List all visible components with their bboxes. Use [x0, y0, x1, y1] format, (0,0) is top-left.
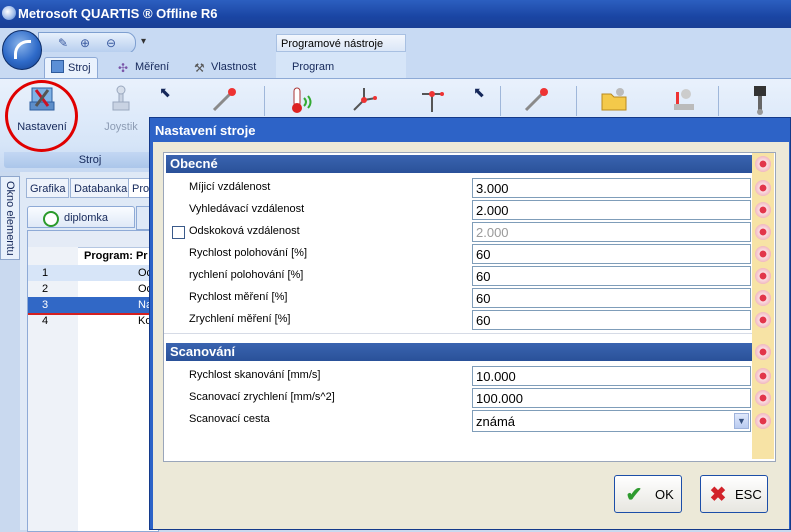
check-icon: ✔ — [625, 484, 643, 506]
label-scan-path: Scanovací cesta — [189, 413, 270, 425]
select-scan-path[interactable]: známá ▼ — [472, 410, 751, 432]
tab-grafika[interactable]: Grafika — [26, 178, 70, 198]
pin-icon[interactable] — [755, 246, 771, 262]
label-positioning-speed: Rychlost polohování [%] — [189, 247, 308, 259]
probe-icon[interactable]: ✎ — [55, 35, 71, 51]
field-search-distance[interactable]: 2.000 — [472, 200, 751, 220]
select-cursor-icon[interactable]: ⬉ — [468, 84, 490, 101]
app-icon[interactable] — [2, 6, 16, 20]
settings-grid: Obecné Míjicí vzdálenost 3.000 Vyhledáva… — [163, 152, 776, 462]
pin-icon[interactable] — [755, 344, 771, 360]
close-icon: ✖ — [709, 484, 727, 506]
label-measuring-accel: Zrychlení měření [%] — [189, 313, 291, 325]
qat-customize-icon[interactable]: ▾ — [141, 36, 146, 47]
tab-stroj[interactable]: Stroj — [44, 57, 98, 78]
pin-icon[interactable] — [755, 156, 771, 172]
label-retract-distance: Odskoková vzdálenost — [189, 225, 300, 237]
program-tree: Program: Pr 1 Oc 2 Oc 3 Na 4 Ko — [27, 230, 159, 532]
file-tab-diplomka[interactable]: diplomka — [27, 206, 135, 231]
field-scan-accel[interactable]: 100.000 — [472, 388, 751, 408]
label-measuring-speed: Rychlost měření [%] — [189, 291, 288, 303]
file-icon — [39, 207, 63, 231]
section-scan-header[interactable]: Scanování — [166, 343, 752, 361]
pin-icon[interactable] — [755, 368, 771, 384]
measure-icon: ✣ — [118, 61, 129, 75]
probe-holder-icon[interactable] — [664, 84, 704, 119]
tree-row[interactable]: 1 Oc — [28, 265, 158, 281]
pin-icon[interactable] — [755, 268, 771, 284]
label-clearance-distance: Míjicí vzdálenost — [189, 181, 271, 193]
ribbon-separator — [264, 86, 265, 116]
ribbon-separator — [500, 86, 501, 116]
tab-vlastnost[interactable]: ⚒ Vlastnost — [194, 57, 256, 78]
pin-icon[interactable] — [755, 202, 771, 218]
esc-button[interactable]: ✖ ESC — [700, 475, 768, 513]
section-divider — [164, 333, 752, 334]
quick-access-toolbar: ✎ ⊕ ⊖ — [38, 32, 136, 54]
field-measuring-accel[interactable]: 60 — [472, 310, 751, 330]
tab-program[interactable]: Program — [292, 57, 334, 78]
pin-icon[interactable] — [755, 180, 771, 196]
field-retract-distance[interactable]: 2.000 — [472, 222, 751, 242]
highlight-circle — [5, 80, 78, 152]
field-positioning-speed[interactable]: 60 — [472, 244, 751, 264]
pin-icon[interactable] — [755, 224, 771, 240]
chevron-down-icon[interactable]: ▼ — [734, 413, 749, 429]
label-scan-speed: Rychlost skanování [mm/s] — [189, 369, 321, 381]
zoom-in-icon[interactable]: ⊕ — [77, 35, 93, 51]
tab-databanka[interactable]: Databanka — [70, 178, 132, 198]
axis-align-icon[interactable] — [344, 84, 384, 119]
wrench-icon: ⚒ — [194, 61, 205, 75]
side-tab-element-window[interactable]: Okno elementu — [0, 176, 20, 260]
title-bar: Metrosoft QUARTIS ® Offline R6 — [0, 0, 791, 28]
pin-icon[interactable] — [755, 390, 771, 406]
dialog-client: Obecné Míjicí vzdálenost 3.000 Vyhledáva… — [153, 142, 789, 529]
label-search-distance: Vyhledávací vzdálenost — [189, 203, 305, 215]
contextual-group-label: Programové nástroje — [276, 34, 406, 52]
pin-icon[interactable] — [755, 413, 771, 429]
label-scan-accel: Scanovací zrychlení [mm/s^2] — [189, 391, 335, 403]
folder-probe-icon[interactable] — [594, 84, 634, 119]
checkbox-retract-distance[interactable] — [172, 226, 185, 239]
thermometer-icon[interactable] — [278, 84, 318, 119]
machine-settings-dialog: Nastavení stroje Obecné Míjicí vzdálenos… — [149, 117, 791, 530]
field-scan-speed[interactable]: 10.000 — [472, 366, 751, 386]
stylus-icon[interactable] — [740, 84, 780, 119]
section-general-header[interactable]: Obecné — [166, 155, 752, 173]
window-title: Metrosoft QUARTIS ® Offline R6 — [18, 6, 218, 21]
ribbon-separator — [718, 86, 719, 116]
application-menu-button[interactable] — [2, 30, 42, 70]
zoom-out-icon[interactable]: ⊖ — [103, 35, 119, 51]
ribbon-separator — [576, 86, 577, 116]
coordinate-system-icon[interactable] — [412, 84, 452, 119]
ok-button[interactable]: ✔ OK — [614, 475, 682, 513]
field-positioning-accel[interactable]: 60 — [472, 266, 751, 286]
tree-header-bar — [28, 231, 158, 248]
probe-tool-icon[interactable] — [204, 84, 244, 119]
pin-icon[interactable] — [755, 312, 771, 328]
label-positioning-accel: rychlení polohování [%] — [189, 269, 304, 281]
cursor-icon[interactable]: ⬉ — [154, 84, 176, 101]
joystick-icon — [112, 85, 130, 111]
tree-title: Program: Pr — [84, 250, 148, 262]
tab-mereni[interactable]: ✣ Měření — [118, 57, 169, 78]
probe-settings-icon[interactable] — [516, 84, 556, 119]
field-measuring-speed[interactable]: 60 — [472, 288, 751, 308]
joystik-button[interactable]: Joystik — [96, 84, 146, 133]
tree-row[interactable]: 4 Ko — [28, 313, 158, 329]
dialog-title: Nastavení stroje — [155, 123, 256, 138]
pin-icon[interactable] — [755, 290, 771, 306]
tree-row-selected[interactable]: 3 Na — [28, 297, 158, 313]
field-clearance-distance[interactable]: 3.000 — [472, 178, 751, 198]
tree-row[interactable]: 2 Oc — [28, 281, 158, 297]
machine-icon — [51, 60, 64, 73]
